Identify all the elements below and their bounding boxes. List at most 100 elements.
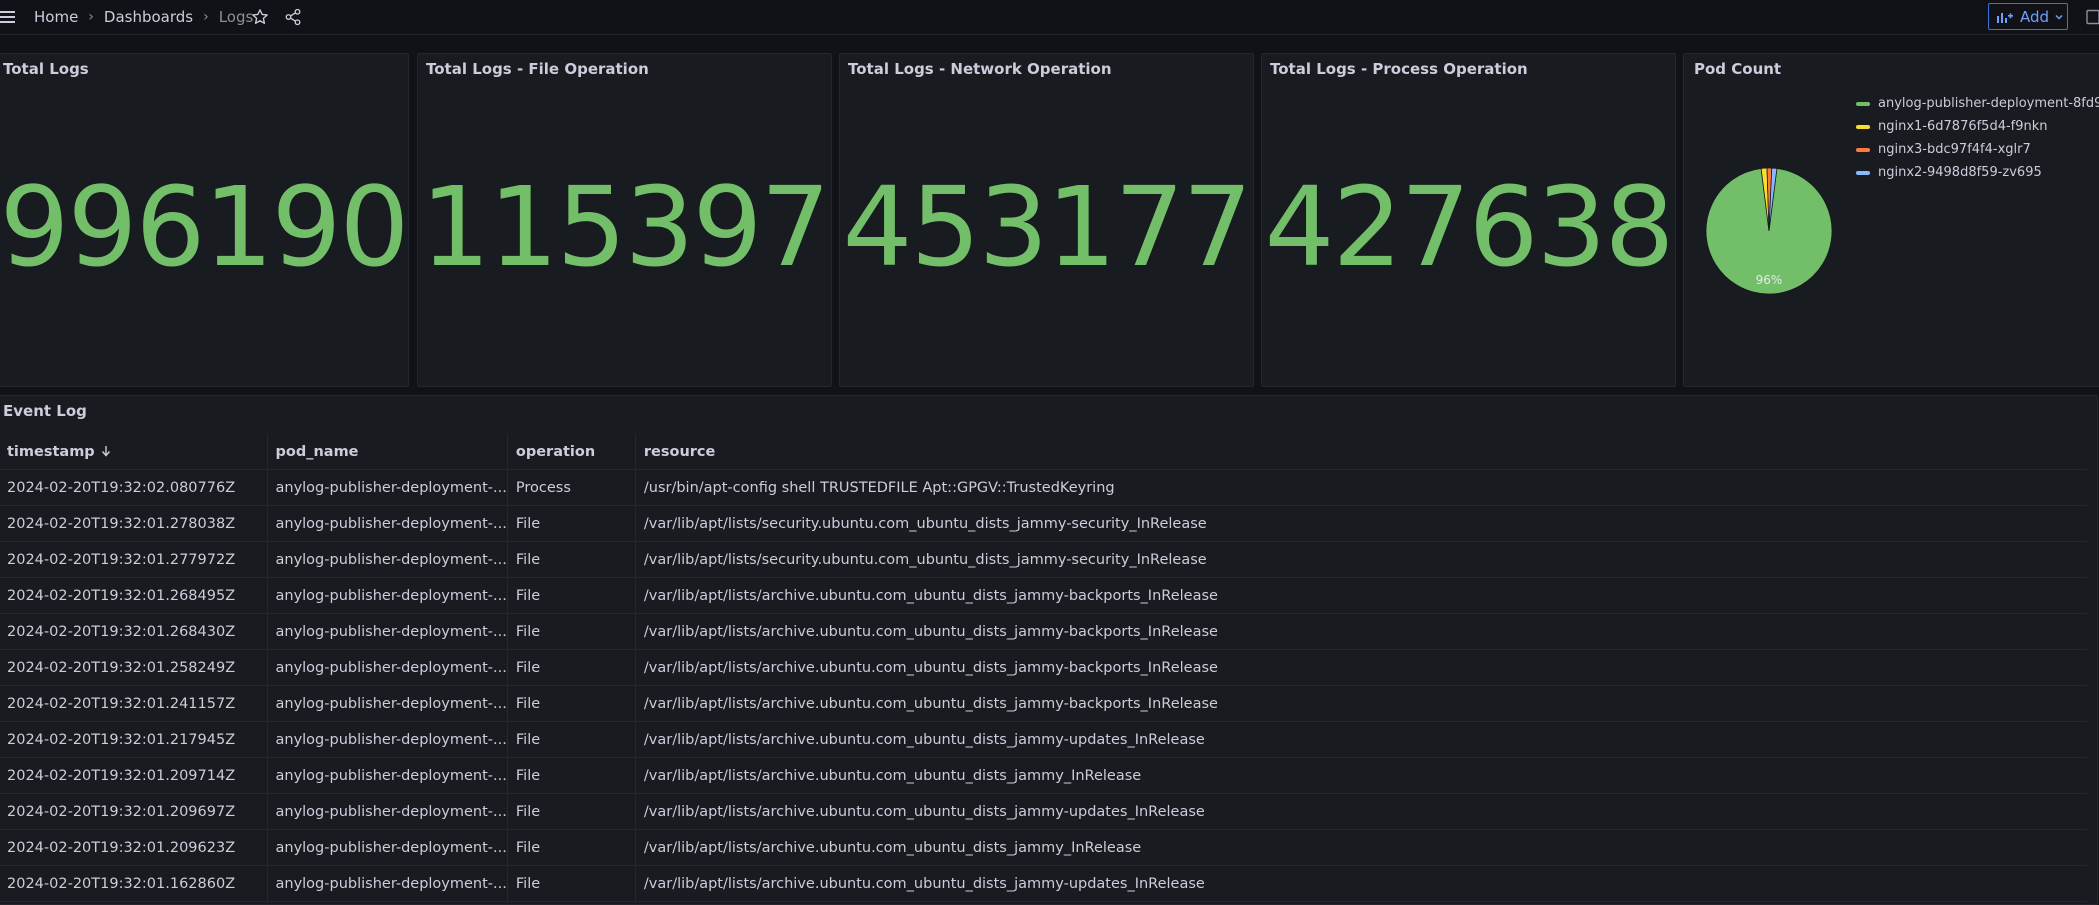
share-icon[interactable] [284,8,302,26]
legend-swatch [1856,101,1870,106]
column-header-resource[interactable]: resource [634,434,2087,470]
cell-resource: /var/lib/apt/lists/security.ubuntu.com_u… [634,505,2087,542]
cell-operation: File [506,541,636,578]
cell-pod-name: anylog-publisher-deployment-... [266,649,508,686]
legend-item[interactable]: anylog-publisher-deployment-8fd9d [1856,92,2099,115]
cell-timestamp: 2024-02-20T19:32:01.209623Z [0,829,267,866]
table-row[interactable]: 2024-02-20T19:32:01.258249Z anylog-publis… [0,649,2087,686]
cell-resource: /var/lib/apt/lists/archive.ubuntu.com_ub… [634,649,2087,686]
legend-item[interactable]: nginx2-9498d8f59-zv695 [1856,161,2099,184]
pie-panel-pod-count: Pod Count 96% anylog-publisher-deploymen… [1683,53,2099,387]
cell-operation: File [506,613,636,650]
legend-label: nginx1-6d7876f5d4-f9nkn [1878,119,2048,134]
cell-pod-name: anylog-publisher-deployment-... [266,793,508,830]
table-row[interactable]: 2024-02-20T19:32:01.209623Z anylog-publis… [0,829,2087,866]
cell-operation: File [506,685,636,722]
cell-pod-name: anylog-publisher-deployment-... [266,757,508,794]
cell-pod-name: anylog-publisher-deployment-... [266,685,508,722]
table-row[interactable]: 2024-02-20T19:32:01.268430Z anylog-publis… [0,613,2087,650]
cell-timestamp: 2024-02-20T19:32:01.241157Z [0,685,267,722]
legend-swatch [1856,147,1870,152]
cell-resource: /var/lib/apt/lists/archive.ubuntu.com_ub… [634,829,2087,866]
table-row[interactable]: 2024-02-20T19:32:01.268495Z anylog-publis… [0,577,2087,614]
table-row[interactable]: 2024-02-20T19:32:01.241157Z anylog-publis… [0,685,2087,722]
cell-timestamp: 2024-02-20T19:32:01.209697Z [0,793,267,830]
legend-item[interactable]: nginx1-6d7876f5d4-f9nkn [1856,115,2099,138]
table-row[interactable]: 2024-02-20T19:32:02.080776Z anylog-publis… [0,469,2087,506]
cell-timestamp: 2024-02-20T19:32:02.080776Z [0,469,267,506]
chevron-right-icon: › [203,9,209,25]
cell-pod-name: anylog-publisher-deployment-... [266,541,508,578]
legend-label: anylog-publisher-deployment-8fd9d [1878,96,2099,111]
cell-resource: /var/lib/apt/lists/archive.ubuntu.com_ub… [634,685,2087,722]
stat-panel-network-operation: Total Logs - Network Operation 453177 [839,53,1254,387]
legend-swatch [1856,170,1870,175]
panel-title: Total Logs - Process Operation [1270,60,1528,78]
add-button-label: Add [2020,7,2050,26]
stat-value: 115397 [420,163,831,291]
panel-title: Total Logs - File Operation [426,60,649,78]
cell-timestamp: 2024-02-20T19:32:01.217945Z [0,721,267,758]
cell-pod-name: anylog-publisher-deployment-... [266,613,508,650]
add-button[interactable]: Add [1988,3,2068,30]
stat-value: 453177 [842,163,1253,291]
column-header-operation[interactable]: operation [506,434,636,470]
cell-operation: Process [506,469,636,506]
cell-resource: /var/lib/apt/lists/archive.ubuntu.com_ub… [634,721,2087,758]
hamburger-menu-icon[interactable] [0,9,16,25]
cell-resource: /var/lib/apt/lists/archive.ubuntu.com_ub… [634,577,2087,614]
table-row[interactable]: 2024-02-20T19:32:01.217945Z anylog-publis… [0,721,2087,758]
cell-operation: File [506,577,636,614]
star-icon[interactable] [251,8,269,26]
cell-pod-name: anylog-publisher-deployment-... [266,829,508,866]
chevron-down-icon [2055,14,2063,20]
cell-pod-name: anylog-publisher-deployment-... [266,577,508,614]
pie-legend: anylog-publisher-deployment-8fd9d nginx1… [1856,92,2099,184]
event-log-panel: Event Log timestamp pod_name operation r… [0,395,2098,905]
cell-operation: File [506,757,636,794]
cell-pod-name: anylog-publisher-deployment-... [266,865,508,902]
cell-operation: File [506,649,636,686]
table-row[interactable]: 2024-02-20T19:32:01.209714Z anylog-publis… [0,757,2087,794]
breadcrumb-home[interactable]: Home [34,8,78,26]
top-nav-bar: Home › Dashboards › Logs Add [0,0,2099,35]
table-row[interactable]: 2024-02-20T19:32:01.278038Z anylog-publis… [0,505,2087,542]
table-row[interactable]: 2024-02-20T19:32:01.209697Z anylog-publis… [0,793,2087,830]
cell-timestamp: 2024-02-20T19:32:01.268495Z [0,577,267,614]
column-header-timestamp[interactable]: timestamp [0,434,267,470]
cell-pod-name: anylog-publisher-deployment-... [266,505,508,542]
cell-timestamp: 2024-02-20T19:32:01.209714Z [0,757,267,794]
cell-resource: /var/lib/apt/lists/archive.ubuntu.com_ub… [634,865,2087,902]
legend-item[interactable]: nginx3-bdc97f4f4-xglr7 [1856,138,2099,161]
cell-timestamp: 2024-02-20T19:32:01.278038Z [0,505,267,542]
table-header-row: timestamp pod_name operation resource [0,434,2087,470]
legend-swatch [1856,124,1870,129]
cell-resource: /var/lib/apt/lists/security.ubuntu.com_u… [634,541,2087,578]
cell-operation: File [506,505,636,542]
panel-title: Event Log [3,402,87,420]
table-row[interactable]: 2024-02-20T19:32:01.162860Z anylog-publis… [0,865,2087,902]
chevron-right-icon: › [88,9,94,25]
panel-title: Total Logs [3,60,89,78]
table-row[interactable]: 2024-02-20T19:32:01.277972Z anylog-publis… [0,541,2087,578]
cell-pod-name: anylog-publisher-deployment-... [266,721,508,758]
save-icon[interactable] [2086,9,2099,25]
legend-label: nginx3-bdc97f4f4-xglr7 [1878,142,2031,157]
cell-resource: /var/lib/apt/lists/archive.ubuntu.com_ub… [634,757,2087,794]
cell-timestamp: 2024-02-20T19:32:01.268430Z [0,613,267,650]
cell-resource: /var/lib/apt/lists/archive.ubuntu.com_ub… [634,793,2087,830]
stat-panel-file-operation: Total Logs - File Operation 115397 [417,53,832,387]
breadcrumb-dashboards[interactable]: Dashboards [104,8,193,26]
event-log-table: timestamp pod_name operation resource 20… [0,434,2087,902]
cell-operation: File [506,865,636,902]
breadcrumb-current: Logs [218,8,254,26]
add-panel-icon [1997,12,2013,23]
panel-title: Pod Count [1694,60,1782,78]
cell-pod-name: anylog-publisher-deployment-... [266,469,508,506]
cell-resource: /usr/bin/apt-config shell TRUSTEDFILE Ap… [634,469,2087,506]
column-header-pod-name[interactable]: pod_name [266,434,508,470]
sort-descending-icon[interactable] [101,445,111,457]
cell-timestamp: 2024-02-20T19:32:01.277972Z [0,541,267,578]
cell-timestamp: 2024-02-20T19:32:01.162860Z [0,865,267,902]
cell-timestamp: 2024-02-20T19:32:01.258249Z [0,649,267,686]
